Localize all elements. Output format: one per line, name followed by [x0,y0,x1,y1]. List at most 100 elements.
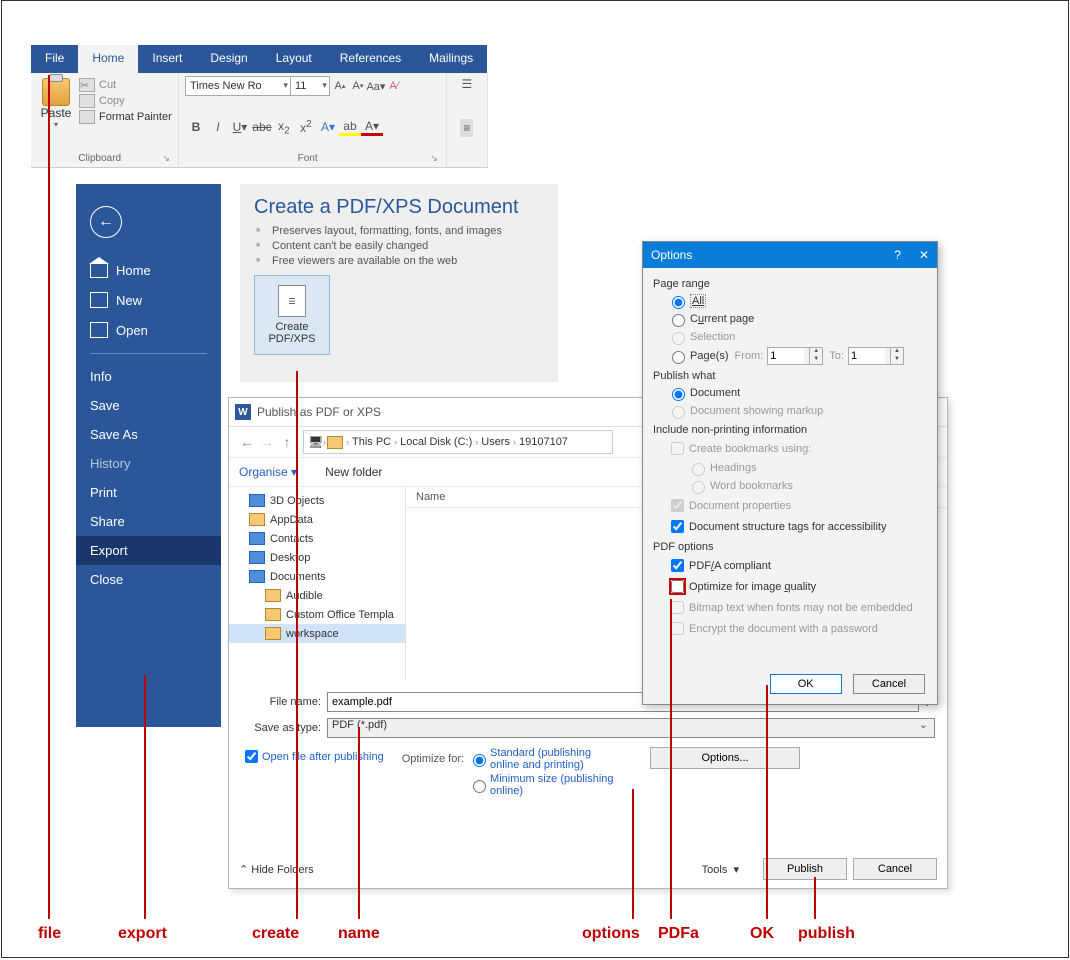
pagerange-current-radio[interactable] [672,314,685,327]
create-pdf-title: Create a PDF/XPS Document [254,196,544,219]
clear-format-button[interactable]: A⁄ [386,77,402,95]
grow-font-button[interactable]: A▴ [332,77,348,95]
backstage-history: History [76,449,221,478]
backstage-home[interactable]: Home [76,256,221,285]
dialog-title-text: Publish as PDF or XPS [257,405,381,419]
pages-to-spinner[interactable]: ▲▼ [848,347,904,365]
savetype-combo[interactable]: PDF (*.pdf) [327,718,935,738]
publish-document-radio[interactable] [672,388,685,401]
superscript-button[interactable]: x2 [295,119,317,135]
strike-button[interactable]: abc [251,120,273,134]
tab-mailings[interactable]: Mailings [415,45,487,73]
encrypt-checkbox [671,622,684,635]
create-bullet: Free viewers are available on the web [272,255,544,267]
pagerange-all-radio[interactable] [672,296,685,309]
folder-tree[interactable]: 3D Objects AppData Contacts Desktop Docu… [229,487,406,679]
hide-folders-toggle[interactable]: ⌃ Hide Folders [239,863,314,876]
tree-item: AppData [229,510,405,529]
backstage-new[interactable]: New [76,285,221,315]
backstage-share[interactable]: Share [76,507,221,536]
options-titlebar: Options ? ✕ [643,242,937,268]
tools-menu[interactable]: Tools ▾ [702,863,739,876]
organise-menu[interactable]: Organise ▾ [239,465,297,479]
tree-item: Audible [229,586,405,605]
annot-label-publish: publish [798,925,855,943]
savetype-label: Save as type: [241,722,321,734]
cut-button[interactable]: ✂Cut [79,78,172,92]
pagerange-pages-radio[interactable] [672,351,685,364]
underline-button[interactable]: U▾ [229,120,251,134]
nav-back-button[interactable]: ← [237,434,257,450]
annot-label-create: create [252,925,299,943]
font-name-combo[interactable]: Times New Ro [185,76,291,96]
bullets-button[interactable]: ☰ [462,77,473,91]
font-launcher-icon[interactable]: ↘ [430,153,438,164]
annot-line-publish [814,877,816,919]
tab-design[interactable]: Design [196,45,261,73]
publish-markup-radio [672,406,685,419]
options-cancel-button[interactable]: Cancel [853,674,925,694]
nav-fwd-button[interactable]: → [257,434,277,450]
group-pagerange-label: Page range [653,278,927,290]
cancel-button[interactable]: Cancel [853,858,937,880]
backstage-close[interactable]: Close [76,565,221,594]
optimize-standard-radio[interactable] [473,754,486,767]
structure-tags-checkbox[interactable] [671,520,684,533]
create-pdfxps-button[interactable]: ☰ Create PDF/XPS [254,275,330,355]
backstage-print[interactable]: Print [76,478,221,507]
help-button[interactable]: ? [894,248,901,262]
tree-item-selected: workspace [229,624,405,643]
highlight-button[interactable]: ab [339,119,361,136]
paste-button[interactable]: Paste ▾ [37,76,75,129]
font-size-combo[interactable]: 11 [290,76,330,96]
image-quality-checkbox[interactable] [671,580,684,593]
open-after-checkbox[interactable]: Open file after publishing [241,747,384,766]
bookmarks-headings-radio [692,463,705,476]
text-effects-button[interactable]: A▾ [317,120,339,134]
align-button[interactable]: ≡ [460,119,473,137]
pages-from-spinner[interactable]: ▲▼ [767,347,823,365]
clipboard-launcher-icon[interactable]: ↘ [162,153,170,164]
backstage-info[interactable]: Info [76,362,221,391]
copy-button[interactable]: Copy [79,94,172,108]
group-clipboard: Paste ▾ ✂Cut Copy Format Painter Clipboa… [31,73,179,167]
tab-references[interactable]: References [326,45,415,73]
annot-line-pdfa [670,599,672,919]
filename-label: File name: [241,696,321,708]
bookmarks-word-radio [692,481,705,494]
nav-up-button[interactable]: ↑ [277,434,297,450]
breadcrumb[interactable]: 🖥› › This PC› Local Disk (C:)› Users› 19… [303,430,613,454]
back-arrow-button[interactable]: ← [90,206,122,238]
backstage-open[interactable]: Open [76,315,221,345]
copy-icon [79,94,95,108]
options-button[interactable]: Options... [650,747,800,769]
pdfa-checkbox[interactable] [671,559,684,572]
subscript-button[interactable]: x2 [273,119,295,136]
backstage-save[interactable]: Save [76,391,221,420]
tab-insert[interactable]: Insert [138,45,196,73]
options-ok-button[interactable]: OK [770,674,842,694]
backstage-saveas[interactable]: Save As [76,420,221,449]
new-folder-button[interactable]: New folder [325,465,382,479]
bold-button[interactable]: B [185,120,207,134]
backstage-nav: ← Home New Open Info Save Save As Histor… [76,184,221,727]
tab-file[interactable]: File [31,45,78,73]
tab-home[interactable]: Home [78,45,138,73]
annot-label-options: options [582,925,640,943]
change-case-button[interactable]: Aa▾ [368,77,384,95]
publish-button[interactable]: Publish [763,858,847,880]
annot-label-pdfa: PDFa [658,925,699,943]
optimize-for-group: Optimize for:Standard (publishing online… [402,747,620,799]
format-painter-button[interactable]: Format Painter [79,110,172,124]
annot-line-ok [766,685,768,919]
optimize-min-radio[interactable] [473,780,486,793]
group-nonprint-label: Include non-printing information [653,424,927,436]
options-title-text: Options [651,248,692,262]
font-color-button[interactable]: A▾ [361,119,383,136]
italic-button[interactable]: I [207,120,229,134]
create-bullet: Content can't be easily changed [272,240,544,252]
shrink-font-button[interactable]: A▾ [350,77,366,95]
tab-layout[interactable]: Layout [262,45,326,73]
backstage-export[interactable]: Export [76,536,221,565]
close-icon[interactable]: ✕ [919,248,929,262]
